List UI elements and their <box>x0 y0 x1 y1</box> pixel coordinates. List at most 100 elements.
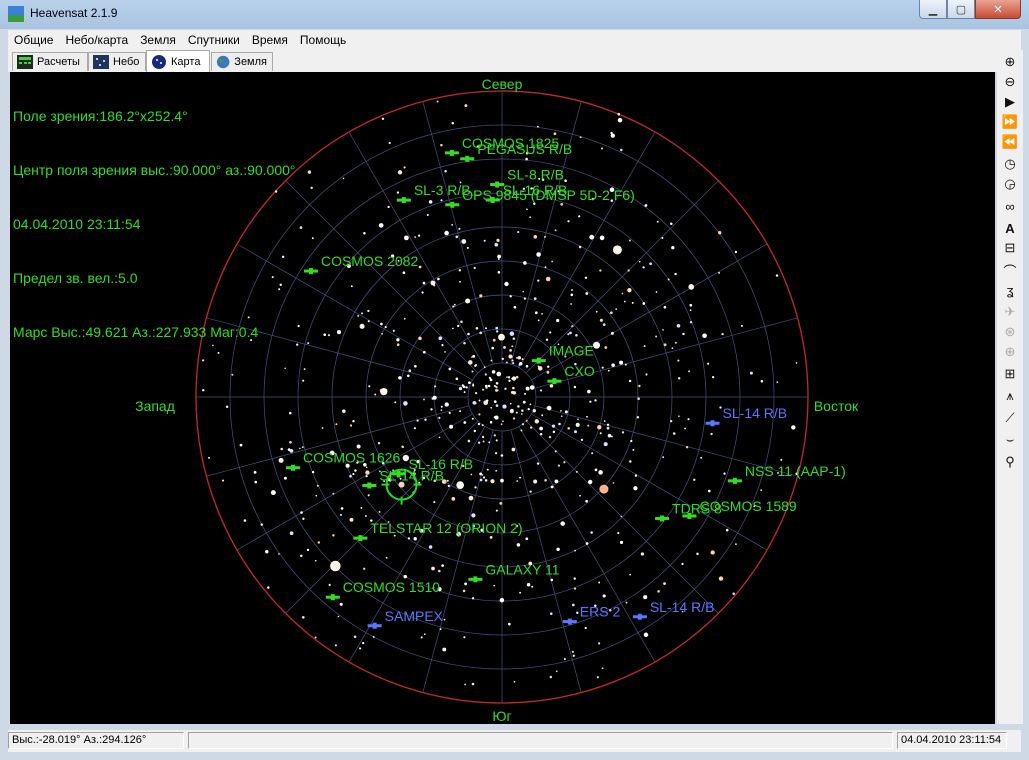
star <box>488 376 492 380</box>
star <box>311 237 314 240</box>
satellite-marker[interactable]: IMAGE <box>531 343 594 364</box>
star <box>633 486 638 491</box>
star <box>363 567 366 570</box>
star <box>517 405 520 408</box>
star <box>620 515 623 518</box>
title-bar[interactable]: Heavensat 2.1.9 ▁ ▢ ✕ <box>0 0 1029 29</box>
tab-earth[interactable]: Земля <box>211 52 273 71</box>
minimize-button[interactable]: ▁ <box>919 0 947 19</box>
text-label-button[interactable]: A <box>1000 218 1020 238</box>
mars-planet[interactable] <box>599 484 609 494</box>
star <box>623 300 626 303</box>
clock-reset-button[interactable]: ◶ <box>1000 174 1020 194</box>
tower-button[interactable]: ⩚ <box>1000 386 1020 406</box>
star <box>525 419 528 422</box>
play-button[interactable]: ▶ <box>1000 92 1020 112</box>
star <box>509 331 515 336</box>
star <box>440 199 443 202</box>
star <box>407 537 410 540</box>
right-toolbar: ⊕ ⊖ ▶ ⏩ ⏪ ◷ ◶ ∞ A ⊟ ⌒ ʓ ✈ ⊛ ⊕ ⊞ ⩚ ⟋ ⌣ ⚲ <box>997 50 1023 724</box>
star <box>534 419 539 424</box>
text-label-icon: A <box>1005 220 1015 236</box>
clock-icon: ◷ <box>1004 156 1016 171</box>
maximize-button[interactable]: ▢ <box>947 0 975 19</box>
star <box>513 305 517 309</box>
star <box>642 302 646 305</box>
menu-help[interactable]: Помощь <box>294 33 352 47</box>
sky-map[interactable]: COSMOS 1825 PEGASUS R/B SL-8 R/B SL-3 R/B OP… <box>10 72 995 724</box>
menu-time[interactable]: Время <box>246 33 294 47</box>
satellite-marker[interactable]: COSMOS 1510 <box>325 579 440 601</box>
horizon-button[interactable]: ⌣ <box>1000 430 1020 450</box>
satellite-marker[interactable]: SL-14 R/B <box>705 405 788 427</box>
line-tool-button[interactable]: ⟋ <box>1000 408 1020 428</box>
star <box>663 582 666 585</box>
star <box>349 474 352 478</box>
star <box>446 479 449 482</box>
satellite-button[interactable]: ✈ <box>1000 302 1020 322</box>
constellation-button[interactable]: ⊞ <box>1000 364 1020 384</box>
trail-button[interactable]: ʓ <box>1000 280 1020 300</box>
telescope-button[interactable]: ⚲ <box>1000 452 1020 472</box>
satellite-marker[interactable]: GALAXY 11 <box>468 561 560 583</box>
satellite-marker[interactable]: SAMPEX <box>367 608 444 629</box>
satellite-label: SL-16 R/B <box>409 456 474 472</box>
star <box>580 438 584 442</box>
zoom-out-button[interactable]: ⊖ <box>1000 72 1020 92</box>
star <box>512 417 516 420</box>
view-center-text: Центр поля зрения выс.:90.000° аз.:90.00… <box>13 162 296 178</box>
tab-sky[interactable]: Небо <box>88 52 146 71</box>
star <box>487 384 491 388</box>
star <box>590 531 593 534</box>
satellite-marker[interactable]: TELSTAR 12 (ORION 2) <box>353 520 523 542</box>
menu-general[interactable]: Общие <box>8 33 59 47</box>
zoom-in-button[interactable]: ⊕ <box>1000 52 1020 72</box>
star <box>511 359 514 362</box>
star <box>481 424 484 427</box>
star <box>441 344 444 347</box>
menu-sky-map[interactable]: Небо/карта <box>59 33 134 47</box>
window-title: Heavensat 2.1.9 <box>30 6 118 20</box>
star <box>529 490 532 493</box>
star <box>495 382 499 385</box>
star <box>392 329 395 332</box>
horizon-icon: ⌣ <box>1005 432 1015 447</box>
satellite-marker[interactable]: PEGASUS R/B <box>460 141 572 162</box>
star <box>414 236 417 238</box>
tab-calculations[interactable]: Расчеты <box>12 52 88 71</box>
tab-map[interactable]: Карта <box>146 50 210 72</box>
horizon-arc-button[interactable]: ⌒ <box>1000 260 1020 280</box>
fast-rewind-button[interactable]: ⏪ <box>1000 132 1020 152</box>
star <box>479 331 483 335</box>
star <box>468 381 471 385</box>
lock-button[interactable]: ⊟ <box>1000 238 1020 258</box>
menu-satellites[interactable]: Спутники <box>182 33 246 47</box>
menu-earth[interactable]: Земля <box>134 33 182 47</box>
grid-sphere-button[interactable]: ⊛ <box>1000 322 1020 342</box>
grid-sphere-icon: ⊛ <box>1004 324 1016 339</box>
star <box>649 262 652 266</box>
close-icon: ✕ <box>993 3 1003 16</box>
globe-grid-button[interactable]: ⊕ <box>1000 342 1020 362</box>
satellite-marker[interactable]: ERS 2 <box>562 604 621 625</box>
star <box>606 423 610 426</box>
star <box>600 147 604 150</box>
star <box>468 495 474 501</box>
star <box>644 204 648 207</box>
star <box>431 566 435 571</box>
star <box>760 489 763 491</box>
zoom-in-icon: ⊕ <box>1004 54 1016 69</box>
clock-button[interactable]: ◷ <box>1000 154 1020 174</box>
satellite-marker[interactable]: SL-3 R/B <box>396 182 471 204</box>
satellite-marker[interactable]: SL-14 R/B <box>632 599 715 620</box>
star <box>531 585 534 588</box>
satellite-marker[interactable]: COSMOS 2082 <box>303 253 418 275</box>
binoculars-button[interactable]: ∞ <box>1000 196 1020 216</box>
star <box>693 478 696 481</box>
star <box>471 417 474 420</box>
close-button[interactable]: ✕ <box>975 0 1021 19</box>
satellite-marker[interactable]: NSS 11 (AAP-1) <box>727 463 846 484</box>
fast-forward-button[interactable]: ⏩ <box>1000 112 1020 132</box>
star <box>374 393 377 396</box>
star <box>539 389 543 392</box>
